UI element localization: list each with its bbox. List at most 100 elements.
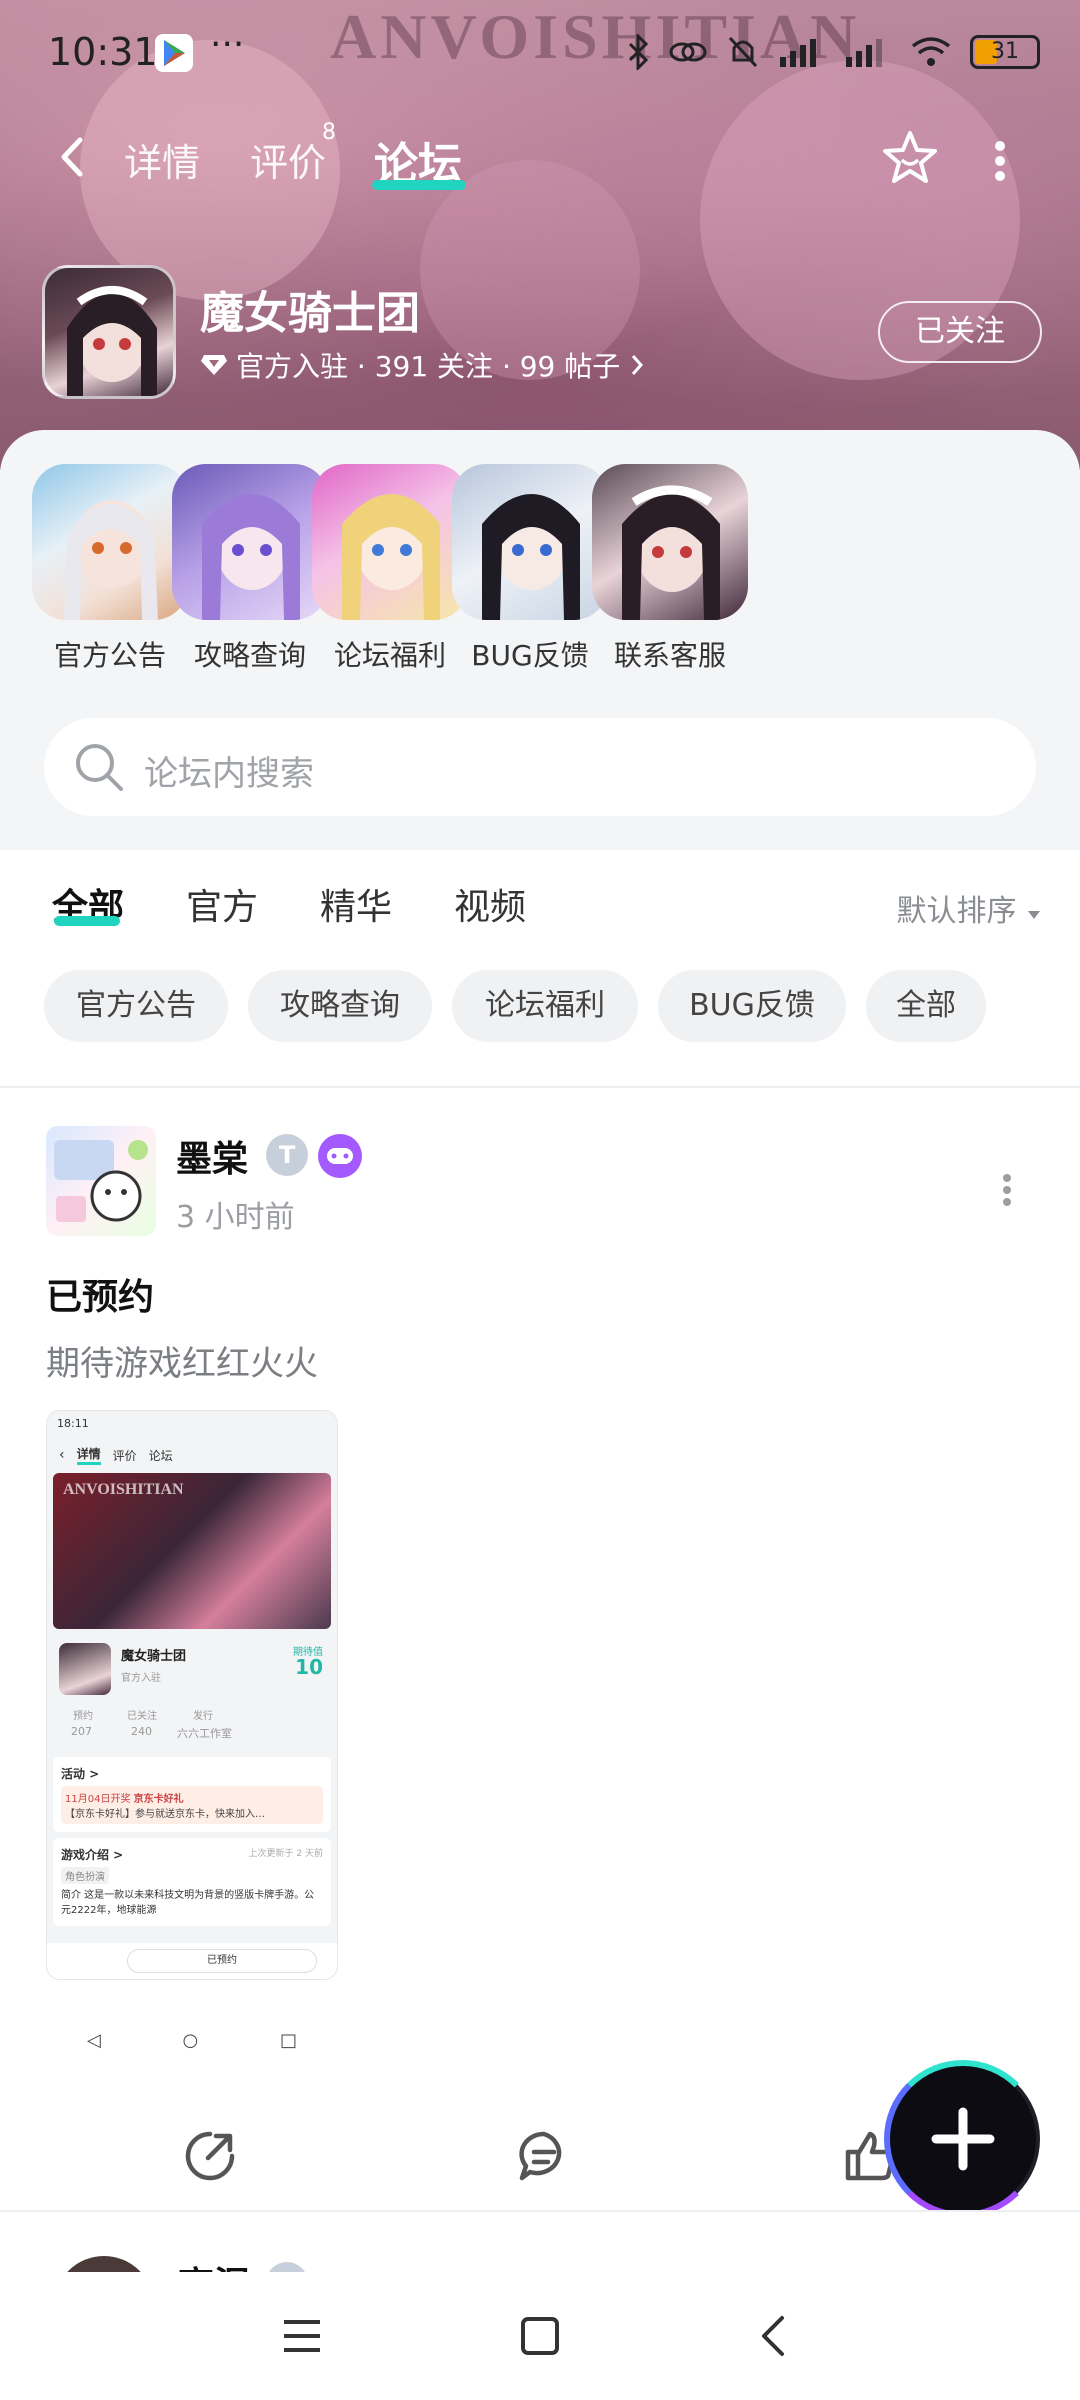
shortcut-customer-service[interactable]: 联系客服	[590, 464, 750, 674]
post-time: 3 小时前	[176, 1200, 295, 1235]
chip-announcements[interactable]: 官方公告	[44, 970, 228, 1042]
image-intro-card: 游戏介绍 > 上次更新于 2 天前 角色扮演 简介 这是一款以未来科技文明为背景…	[53, 1838, 331, 1926]
next-post-preview[interactable]: 高涅	[0, 2212, 1080, 2272]
chip-bug-report[interactable]: BUG反馈	[658, 970, 846, 1042]
new-post-button[interactable]	[884, 2060, 1042, 2218]
post-body: 期待游戏红红火火	[46, 1344, 318, 1384]
image-activity-title: 活动 >	[61, 1767, 100, 1781]
shortcut-guides[interactable]: 攻略查询	[170, 464, 330, 674]
play-store-icon	[155, 34, 193, 72]
forum-post[interactable]: 墨棠 T 3 小时前 已预约 期待游戏红红火火 18:11 ‹ 详情 评价 论坛…	[0, 1100, 1080, 2210]
menu-icon[interactable]	[280, 2314, 324, 2358]
back-nav-icon[interactable]	[752, 2314, 796, 2358]
image-activity-name: 京东卡好礼	[133, 1794, 184, 1805]
author-name[interactable]: 墨棠	[176, 1130, 248, 1182]
shortcut-label: BUG反馈	[471, 639, 589, 672]
image-banner-title: ANVOISHITIAN	[63, 1481, 184, 1498]
shortcut-image	[32, 464, 188, 620]
image-game-sub: 官方入驻	[121, 1673, 161, 1684]
image-stat-label: 发行	[193, 1711, 213, 1722]
image-tab: 详情	[76, 1445, 101, 1465]
image-stats: 预约 已关注 发行 207 240 六六工作室	[57, 1705, 327, 1751]
sort-label: 默认排序	[896, 894, 1017, 929]
game-name: 魔女骑士团	[200, 288, 420, 339]
signal-icon	[780, 39, 816, 67]
active-tab-indicator	[372, 180, 466, 190]
top-nav: 详情 评价 8 论坛	[0, 120, 1080, 200]
image-status-time: 18:11	[57, 1417, 89, 1430]
mute-icon	[728, 36, 758, 68]
image-intro-title-text: 游戏介绍 >	[61, 1848, 124, 1862]
tab-details[interactable]: 详情	[124, 132, 200, 187]
more-options-icon[interactable]	[990, 134, 1010, 188]
back-icon[interactable]	[52, 132, 92, 182]
image-back-icon: ‹	[59, 1447, 65, 1463]
gamer-badge-icon	[318, 1134, 362, 1178]
image-nav-back-icon: ◁	[86, 2029, 101, 2051]
image-reserve-button: 已预约	[127, 1949, 317, 1973]
image-stat-label: 已关注	[127, 1711, 157, 1722]
battery-icon: 31	[970, 35, 1040, 69]
image-intro-updated: 上次更新于 2 天前	[248, 1849, 323, 1859]
shortcut-image	[452, 464, 608, 620]
author-avatar[interactable]	[46, 1126, 156, 1236]
tab-reviews[interactable]: 评价	[250, 132, 326, 187]
shortcut-label: 联系客服	[613, 639, 726, 672]
level-badge-icon: T	[266, 1134, 308, 1176]
filter-tab-official[interactable]: 官方	[186, 878, 258, 930]
follow-button[interactable]: 已关注	[878, 301, 1042, 363]
image-intro-tag: 角色扮演	[61, 1867, 109, 1884]
page: ANVOISHITIAN 10:31 ··· 31 详情 评价 8 论坛 魔女骑…	[0, 0, 1080, 2400]
game-avatar[interactable]	[42, 265, 176, 399]
shortcut-label: 论坛福利	[333, 639, 446, 672]
image-stat-label: 预约	[73, 1711, 93, 1722]
next-author-avatar	[54, 2256, 154, 2272]
filter-tab-featured[interactable]: 精华	[320, 878, 392, 930]
image-nav-home-icon: ○	[182, 2029, 199, 2051]
verified-diamond-icon	[201, 355, 227, 375]
forum-search-bar[interactable]: 论坛内搜索	[44, 718, 1036, 816]
sort-dropdown[interactable]: 默认排序	[896, 886, 1042, 930]
chip-guides[interactable]: 攻略查询	[248, 970, 432, 1042]
post-image[interactable]: 18:11 ‹ 详情 评价 论坛 ANVOISHITIAN 魔女骑士团 官方入驻…	[46, 1410, 338, 1980]
shortcut-label: 官方公告	[53, 639, 166, 672]
chip-all[interactable]: 全部	[866, 970, 986, 1042]
image-nav: ‹ 详情 评价 论坛	[47, 1437, 337, 1473]
home-icon[interactable]	[518, 2314, 562, 2358]
status-icons: 31	[626, 34, 1040, 70]
category-chips: 官方公告 攻略查询 论坛福利 BUG反馈 全部	[0, 960, 1080, 1080]
image-stat-value: 240	[131, 1725, 152, 1738]
wifi-icon	[911, 37, 951, 66]
divider	[0, 1086, 1080, 1088]
chip-benefits[interactable]: 论坛福利	[452, 970, 638, 1042]
image-system-nav: ◁ ○ □	[46, 2020, 338, 2060]
filter-tabs: 全部 官方 精华 视频 默认排序	[0, 850, 1080, 960]
image-score: 10	[295, 1655, 323, 1679]
shortcut-label: 攻略查询	[193, 639, 306, 672]
bluetooth-icon	[628, 34, 649, 70]
shortcut-bug-report[interactable]: BUG反馈	[450, 464, 610, 674]
shortcut-image	[312, 464, 468, 620]
post-more-icon[interactable]	[1000, 1170, 1014, 1210]
image-intro-text: 简介 这是一款以未来科技文明为背景的竖版卡牌手游。公元2222年，地球能源	[61, 1890, 315, 1916]
status-time: 10:31	[48, 30, 158, 74]
plus-icon	[931, 2107, 995, 2171]
image-activity-tag: 11月04日开奖	[65, 1794, 131, 1805]
search-input[interactable]: 论坛内搜索	[144, 746, 314, 795]
image-activity-card: 活动 > 11月04日开奖 京东卡好礼 【京东卡好礼】参与就送京东卡，快来加入…	[53, 1757, 331, 1832]
battery-level: 31	[991, 39, 1019, 64]
image-bottom-bar: 已预约	[47, 1943, 337, 1979]
comment-icon[interactable]	[514, 2126, 574, 2186]
share-icon[interactable]	[180, 2126, 240, 2186]
image-game-info: 魔女骑士团 官方入驻 期待值 10	[53, 1639, 331, 1699]
image-game-name: 魔女骑士团	[121, 1649, 187, 1664]
favorite-star-icon[interactable]	[880, 128, 940, 188]
reviews-count-badge: 8	[322, 120, 336, 145]
search-icon	[76, 744, 123, 791]
image-stat-value: 207	[71, 1725, 92, 1738]
shortcut-benefits[interactable]: 论坛福利	[310, 464, 470, 674]
filter-tab-video[interactable]: 视频	[454, 878, 526, 930]
shortcut-announcements[interactable]: 官方公告	[30, 464, 190, 674]
game-meta[interactable]: 官方入驻 · 391 关注 · 99 帖子	[200, 345, 646, 385]
signal-icon	[846, 39, 882, 67]
